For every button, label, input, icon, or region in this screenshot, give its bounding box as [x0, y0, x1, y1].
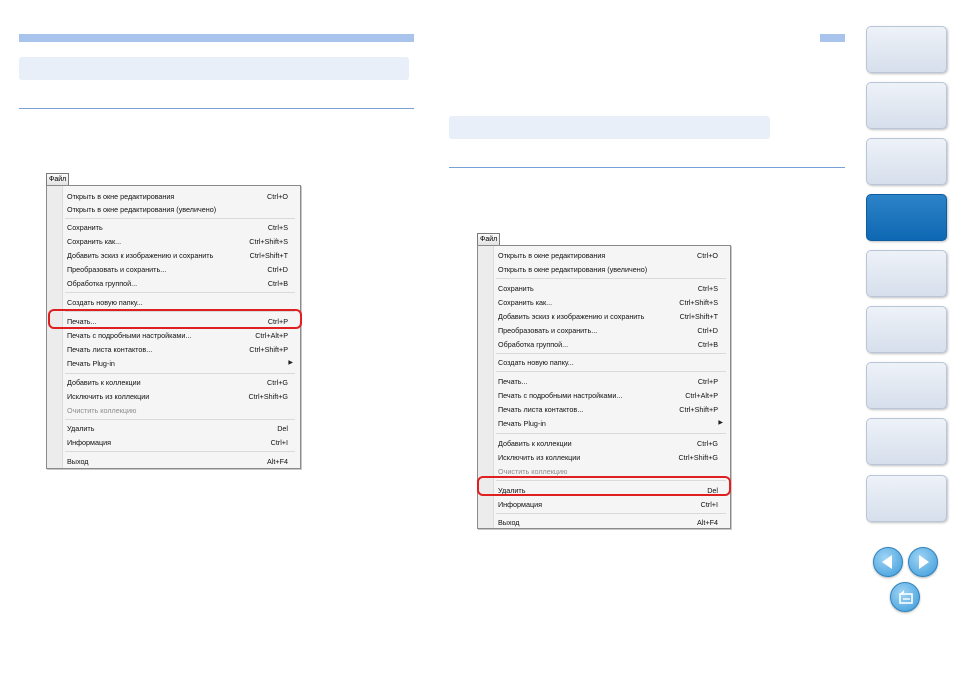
arrow-left-icon	[882, 555, 892, 569]
return-icon	[899, 590, 913, 604]
menu-item-save-as[interactable]: Сохранить как...	[67, 237, 121, 246]
next-page-button[interactable]	[908, 547, 938, 577]
highlight-print	[48, 309, 302, 329]
highlight-delete	[477, 476, 731, 496]
menu-separator	[65, 218, 295, 219]
menu-separator	[65, 373, 295, 374]
menu-tab-file[interactable]: Файл	[46, 173, 70, 185]
shortcut: Ctrl+G	[697, 439, 718, 448]
menu-item-open-editor-zoom[interactable]: Открыть в окне редактирования (увеличено…	[498, 265, 647, 274]
shortcut: Ctrl+Shift+S	[249, 237, 288, 246]
menu-item-print-contact[interactable]: Печать листа контактов...	[498, 405, 583, 414]
shortcut: Ctrl+Shift+P	[679, 405, 718, 414]
shortcut: Ctrl+Shift+T	[679, 312, 718, 321]
shortcut: Ctrl+O	[267, 192, 288, 201]
nav-tab-2[interactable]	[866, 82, 947, 129]
shortcut: Ctrl+I	[270, 438, 288, 447]
shortcut: Ctrl+Shift+T	[249, 251, 288, 260]
menu-item-add-thumbnail[interactable]: Добавить эскиз к изображению и сохранить	[67, 251, 213, 260]
shortcut: Ctrl+Alt+P	[255, 331, 288, 340]
menu-separator	[496, 353, 726, 354]
nav-tab-1[interactable]	[866, 26, 947, 73]
menu-item-exit[interactable]: Выход	[67, 457, 89, 466]
shortcut: Ctrl+B	[697, 340, 718, 349]
section-header-bar	[19, 34, 414, 42]
section-banner-left	[19, 57, 409, 80]
menu-item-clear-collection: Очистить коллекцию	[498, 467, 568, 476]
menu-separator	[65, 292, 295, 293]
menu-item-print-detailed[interactable]: Печать с подробными настройками...	[498, 391, 622, 400]
menu-tab-file[interactable]: Файл	[477, 233, 501, 245]
menu-item-info[interactable]: Информация	[67, 438, 111, 447]
menu-separator	[65, 419, 295, 420]
submenu-arrow-icon: ▶	[288, 360, 293, 366]
shortcut: Ctrl+P	[697, 377, 718, 386]
menu-item-save-as[interactable]: Сохранить как...	[498, 298, 552, 307]
menu-separator	[496, 278, 726, 279]
shortcut: Ctrl+I	[700, 500, 718, 509]
menu-separator	[496, 433, 726, 434]
menu-item-info[interactable]: Информация	[498, 500, 542, 509]
shortcut: Ctrl+B	[267, 279, 288, 288]
menu-item-batch[interactable]: Обработка группой...	[498, 340, 568, 349]
nav-tab-3[interactable]	[866, 138, 947, 185]
arrow-right-icon	[919, 555, 929, 569]
menu-item-open-editor[interactable]: Открыть в окне редактирования	[67, 192, 174, 201]
menu-item-exit[interactable]: Выход	[498, 518, 520, 527]
nav-tab-5[interactable]	[866, 250, 947, 297]
menu-item-save[interactable]: Сохранить	[498, 284, 534, 293]
menu-separator	[496, 513, 726, 514]
shortcut: Ctrl+O	[697, 251, 718, 260]
section-banner-right	[449, 116, 770, 139]
menu-item-add-thumbnail[interactable]: Добавить эскиз к изображению и сохранить	[498, 312, 644, 321]
prev-page-button[interactable]	[873, 547, 903, 577]
menu-item-new-folder[interactable]: Создать новую папку...	[67, 298, 143, 307]
menu-item-convert-save[interactable]: Преобразовать и сохранить...	[67, 265, 166, 274]
nav-tab-7[interactable]	[866, 362, 947, 409]
shortcut: Ctrl+D	[697, 326, 718, 335]
page-marker	[820, 34, 845, 42]
shortcut: Alt+F4	[267, 457, 288, 466]
menu-item-delete[interactable]: Удалить	[67, 424, 94, 433]
menu-item-new-folder[interactable]: Создать новую папку...	[498, 358, 574, 367]
divider-left	[19, 108, 414, 109]
nav-tab-8[interactable]	[866, 418, 947, 465]
divider-right	[449, 167, 845, 168]
menu-item-print-detailed[interactable]: Печать с подробными настройками...	[67, 331, 191, 340]
shortcut: Ctrl+S	[697, 284, 718, 293]
nav-tab-4-active[interactable]	[866, 194, 947, 241]
menu-item-print-contact[interactable]: Печать листа контактов...	[67, 345, 152, 354]
menu-separator	[496, 371, 726, 372]
menu-item-clear-collection: Очистить коллекцию	[67, 406, 137, 415]
menu-item-add-collection[interactable]: Добавить к коллекции	[498, 439, 572, 448]
shortcut: Ctrl+Shift+P	[249, 345, 288, 354]
return-button[interactable]	[890, 582, 920, 612]
shortcut: Ctrl+Shift+S	[679, 298, 718, 307]
submenu-arrow-icon: ▶	[718, 420, 723, 426]
shortcut: Ctrl+Alt+P	[685, 391, 718, 400]
shortcut: Ctrl+Shift+G	[248, 392, 288, 401]
menu-item-add-collection[interactable]: Добавить к коллекции	[67, 378, 141, 387]
menu-item-remove-collection[interactable]: Исключить из коллекции	[498, 453, 580, 462]
menu-item-save[interactable]: Сохранить	[67, 223, 103, 232]
menu-item-print-plugin[interactable]: Печать Plug-in	[67, 359, 115, 368]
menu-item-remove-collection[interactable]: Исключить из коллекции	[67, 392, 149, 401]
menu-separator	[65, 451, 295, 452]
menu-item-print-plugin[interactable]: Печать Plug-in	[498, 419, 546, 428]
menu-item-print[interactable]: Печать...	[498, 377, 528, 386]
shortcut: Del	[277, 424, 288, 433]
shortcut: Ctrl+S	[267, 223, 288, 232]
menu-item-open-editor[interactable]: Открыть в окне редактирования	[498, 251, 605, 260]
nav-tab-6[interactable]	[866, 306, 947, 353]
shortcut: Ctrl+Shift+G	[678, 453, 718, 462]
menu-item-open-editor-zoom[interactable]: Открыть в окне редактирования (увеличено…	[67, 205, 216, 214]
menu-item-convert-save[interactable]: Преобразовать и сохранить...	[498, 326, 597, 335]
shortcut: Ctrl+D	[267, 265, 288, 274]
nav-tab-9[interactable]	[866, 475, 947, 522]
menu-item-batch[interactable]: Обработка группой...	[67, 279, 137, 288]
shortcut: Ctrl+G	[267, 378, 288, 387]
shortcut: Alt+F4	[697, 518, 718, 527]
